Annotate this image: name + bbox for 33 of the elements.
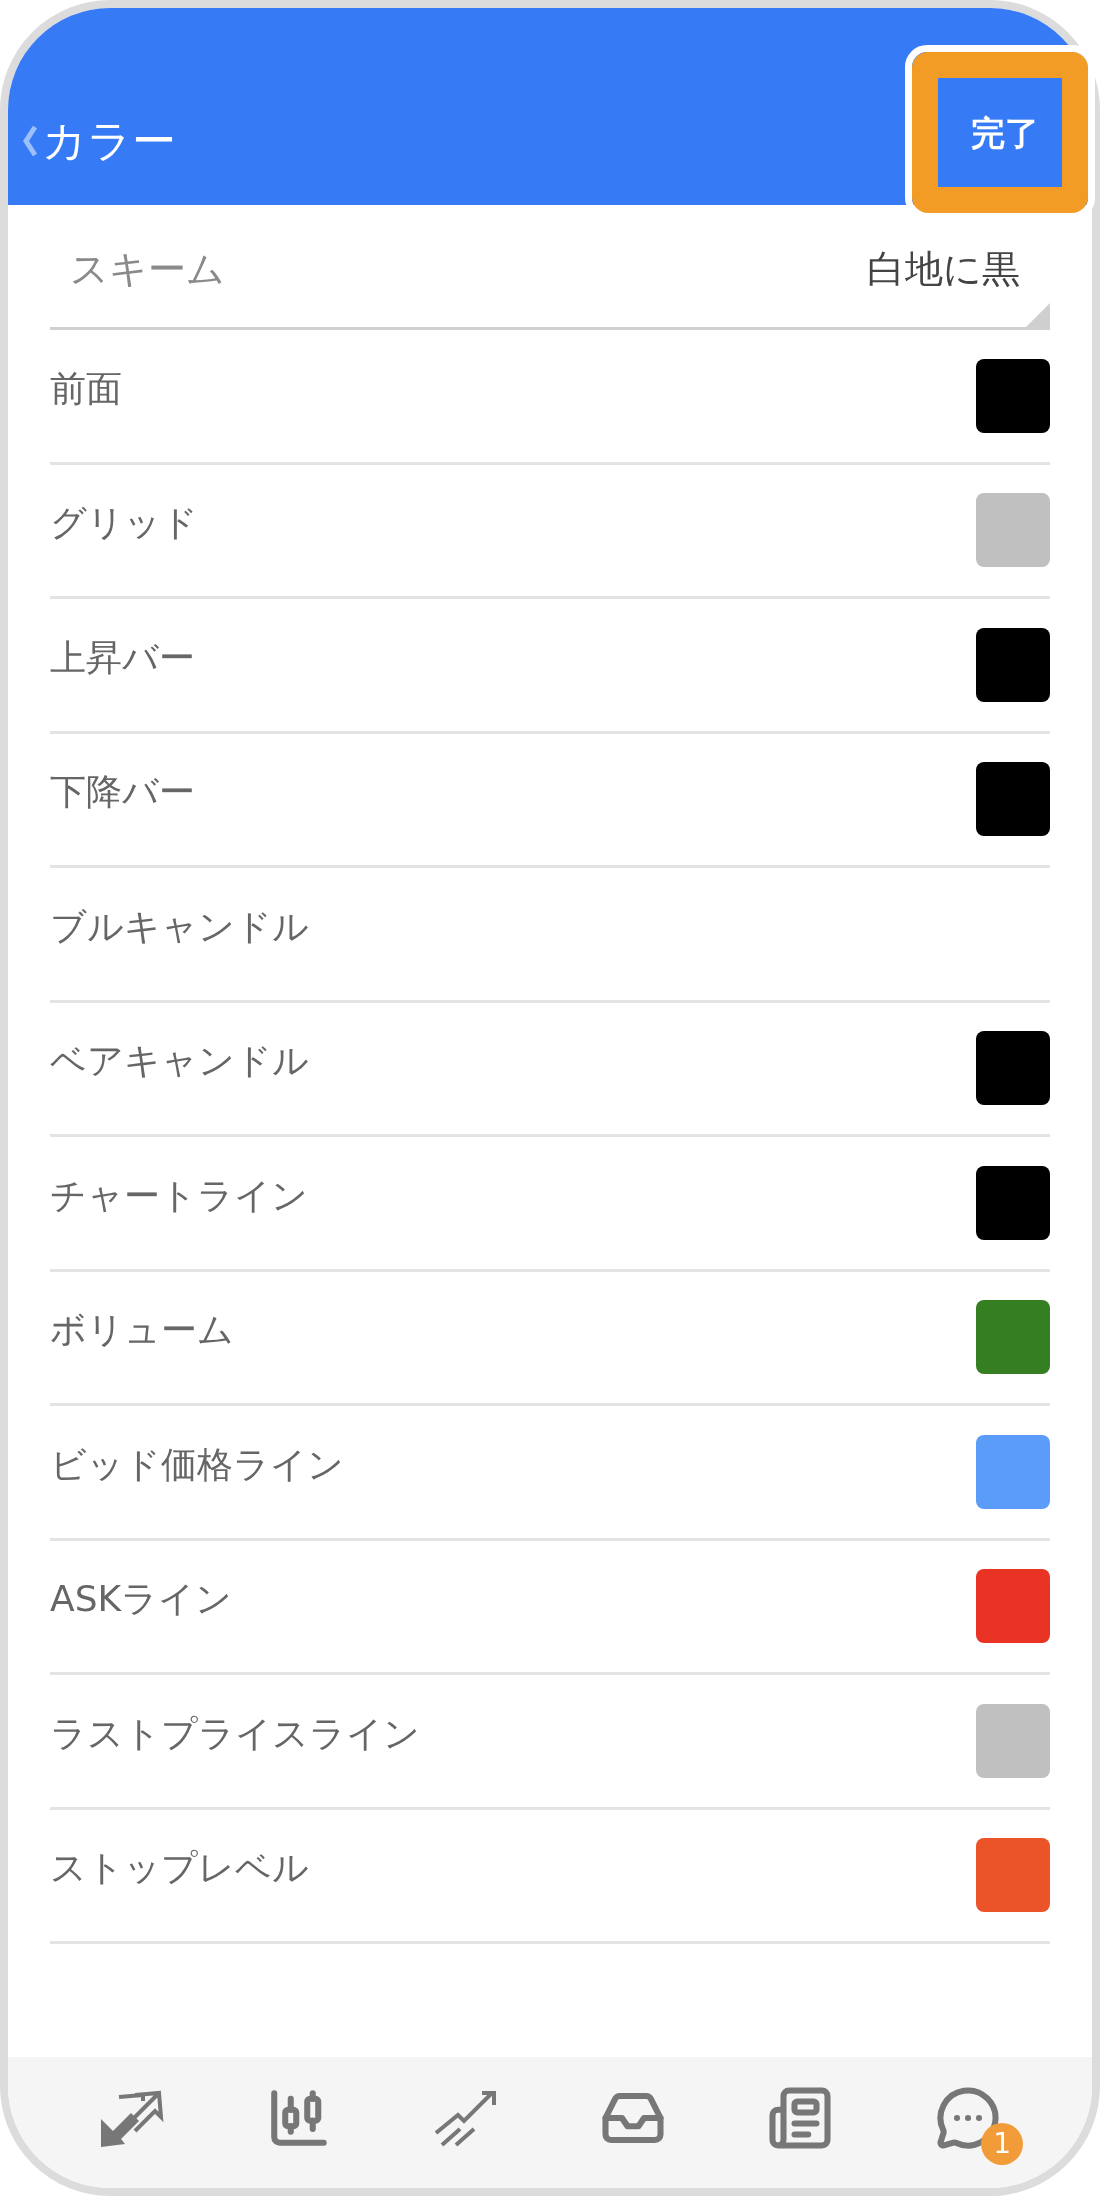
trade-arrows-icon[interactable]: [98, 2088, 165, 2147]
setting-label: グリッド: [50, 501, 198, 546]
scheme-value: 白地に黒: [867, 250, 1020, 288]
color-swatch[interactable]: [976, 1703, 1050, 1778]
color-swatch[interactable]: [976, 358, 1050, 433]
setting-label: ラストプライスライン: [50, 1711, 420, 1756]
newspaper-icon[interactable]: [767, 2084, 834, 2151]
setting-label: ブルキャンドル: [50, 904, 309, 949]
color-swatch[interactable]: [976, 1569, 1050, 1644]
setting-label: ストップレベル: [50, 1846, 309, 1891]
chat-badge: 1: [981, 2122, 1024, 2165]
setting-label: 下降バー: [50, 770, 195, 815]
color-swatch[interactable]: [976, 627, 1050, 702]
dropdown-corner-icon: [1026, 303, 1050, 327]
color-swatch[interactable]: [976, 1838, 1050, 1913]
setting-label: ベアキャンドル: [50, 1039, 309, 1084]
setting-label: 前面: [50, 366, 122, 411]
color-swatch[interactable]: [976, 1165, 1050, 1240]
color-swatch[interactable]: [976, 762, 1050, 837]
color-swatch[interactable]: [976, 1300, 1050, 1375]
trend-line-icon[interactable]: [434, 2088, 499, 2147]
back-chevron-icon[interactable]: [22, 125, 38, 157]
color-swatch[interactable]: [976, 493, 1050, 568]
setting-label: チャートライン: [50, 1173, 308, 1218]
setting-label: ASKライン: [50, 1577, 233, 1622]
page-title: カラー: [42, 119, 176, 163]
setting-label: ボリューム: [50, 1308, 234, 1353]
scheme-dropdown[interactable]: スキーム 白地に黒: [50, 250, 1050, 330]
color-swatch[interactable]: [976, 1434, 1050, 1509]
color-swatch[interactable]: [976, 1031, 1050, 1106]
setting-label: ビッド価格ライン: [50, 1442, 344, 1487]
scheme-label: スキーム: [70, 250, 225, 288]
setting-label: 上昇バー: [50, 635, 195, 680]
